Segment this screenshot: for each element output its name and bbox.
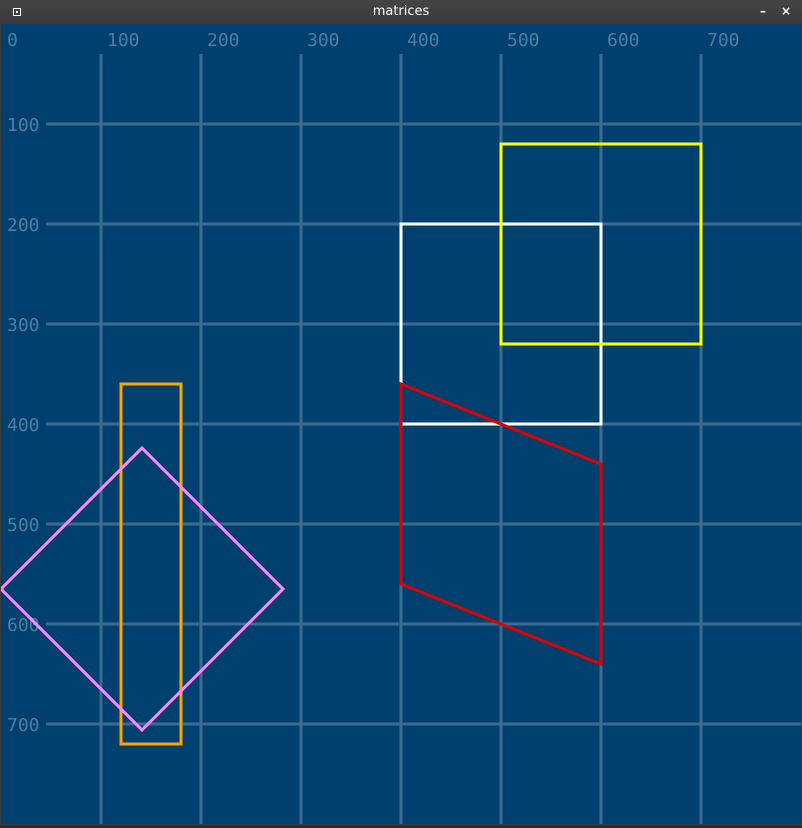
app-window: matrices – × 0 100 200 300 400 500 600 700 100 20… (0, 0, 802, 825)
close-icon[interactable]: × (778, 3, 794, 19)
x-axis-label: 0 (7, 30, 18, 51)
window-title: matrices (372, 4, 430, 19)
x-axis-label: 200 (207, 30, 240, 51)
x-axis-label: 100 (107, 30, 140, 51)
drawing-canvas: 0 100 200 300 400 500 600 700 100 200 300 400 500 600… (0, 24, 801, 828)
title-bar[interactable]: matrices – × (0, 0, 802, 24)
x-axis-label: 500 (507, 30, 540, 51)
y-axis-label: 200 (7, 215, 40, 236)
y-axis-label: 300 (7, 315, 40, 336)
x-axis-label: 400 (407, 30, 440, 51)
y-axis-label: 400 (7, 415, 40, 436)
canvas-svg: 0 100 200 300 400 500 600 700 100 200 300 400 500 600… (0, 24, 801, 824)
y-axis-label: 500 (7, 515, 40, 536)
x-axis-label: 300 (307, 30, 340, 51)
x-axis-label: 600 (607, 30, 640, 51)
x-axis-label: 700 (707, 30, 740, 51)
y-axis-label: 600 (7, 615, 40, 636)
minimize-icon[interactable]: – (755, 3, 771, 19)
y-axis-label: 100 (7, 115, 40, 136)
y-axis-label: 700 (7, 715, 40, 736)
